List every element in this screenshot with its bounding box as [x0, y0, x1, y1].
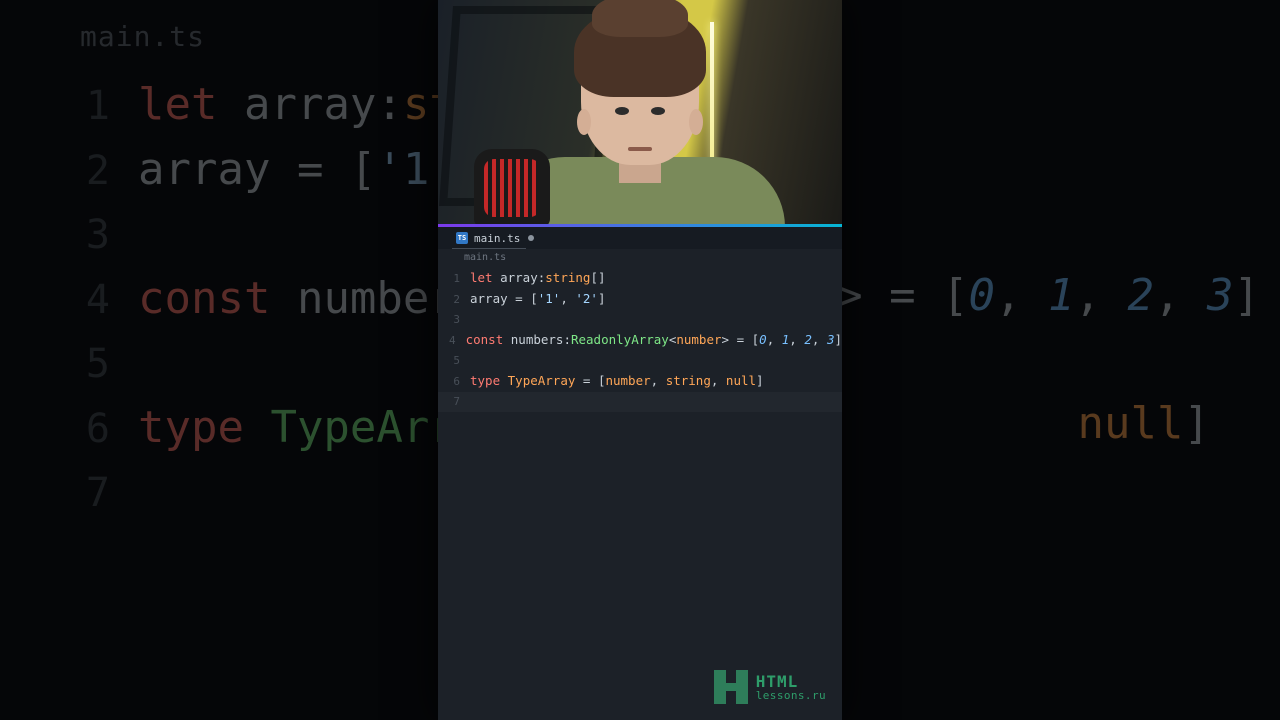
webcam-overlay [438, 0, 842, 227]
code-line[interactable]: 3 [438, 310, 842, 330]
microphone-icon [474, 149, 550, 227]
code-line[interactable]: 6type TypeArray = [number, string, null] [438, 371, 842, 392]
code-area[interactable]: 1let array:string[]2array = ['1', '2']34… [438, 266, 842, 720]
tab-filename[interactable]: main.ts [474, 232, 520, 245]
code-editor[interactable]: TS main.ts main.ts 1let array:string[]2a… [438, 227, 842, 720]
line-number: 6 [438, 372, 460, 392]
brand-title: HTML [756, 674, 826, 690]
line-number: 3 [438, 310, 460, 330]
line-number: 1 [438, 269, 460, 289]
editor-tabbar: TS main.ts [438, 227, 842, 249]
breadcrumb[interactable]: main.ts [438, 249, 842, 266]
line-number: 5 [438, 351, 460, 371]
line-number: 4 [438, 331, 456, 351]
brand-logo-icon [714, 670, 748, 704]
unsaved-indicator-icon [528, 235, 534, 241]
bg-right-fragment-line6: null] [1078, 398, 1210, 449]
brand-subtitle: lessons.ru [756, 690, 826, 701]
code-line[interactable]: 1let array:string[] [438, 268, 842, 289]
code-line[interactable]: 5 [438, 351, 842, 371]
code-line[interactable]: 4const numbers:ReadonlyArray<number> = [… [438, 330, 842, 351]
line-number: 7 [438, 392, 460, 412]
bg-right-fragment-line4: r> = [0, 1, 2, 3] [810, 270, 1260, 321]
line-number: 2 [438, 290, 460, 310]
brand-watermark: HTML lessons.ru [714, 670, 826, 704]
typescript-icon: TS [456, 232, 468, 244]
code-line[interactable]: 2array = ['1', '2'] [438, 289, 842, 310]
code-line[interactable]: 7 [438, 392, 842, 412]
video-column: TS main.ts main.ts 1let array:string[]2a… [438, 0, 842, 720]
